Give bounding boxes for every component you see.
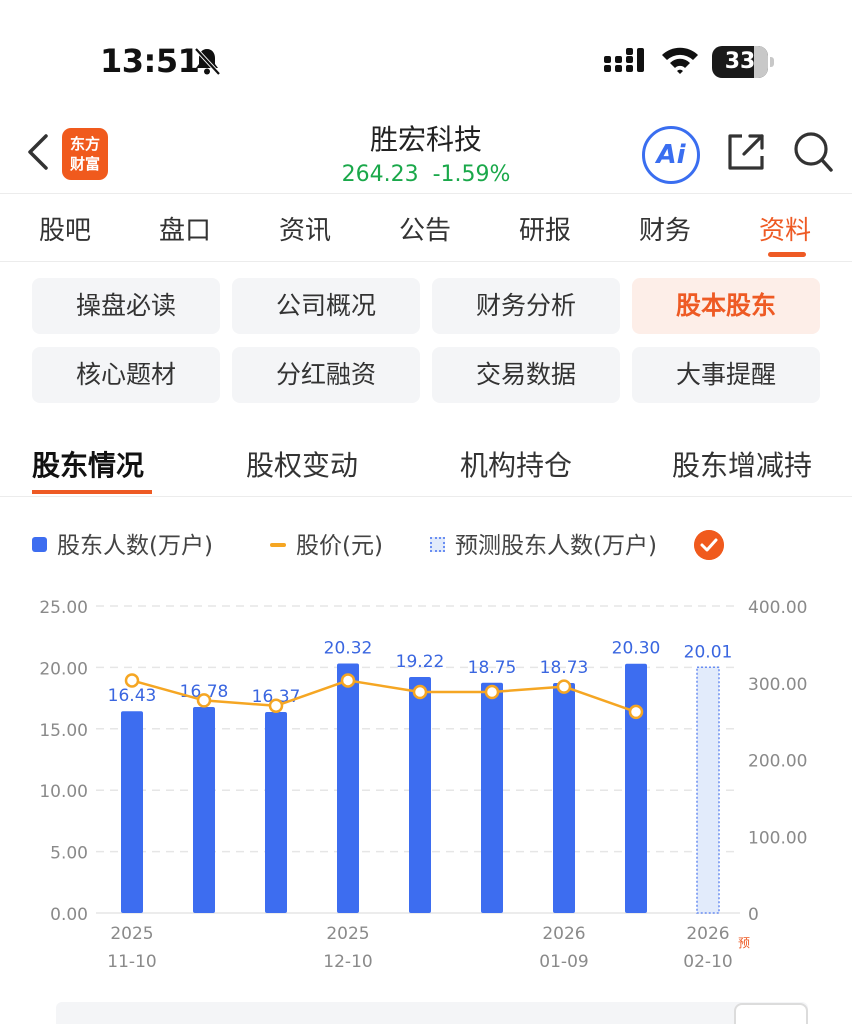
battery-indicator: 33: [712, 46, 774, 78]
tab-news[interactable]: 资讯: [250, 210, 360, 247]
stock-price: 264.23: [341, 162, 419, 187]
y-left-tick-label: 5.00: [50, 844, 88, 864]
legend-forecast[interactable]: 预测股东人数(万户): [430, 528, 657, 564]
bar-value-label: 16.43: [108, 686, 157, 706]
chart-toggle-button[interactable]: [734, 1003, 808, 1024]
price-point: [340, 673, 356, 688]
tab-announcements[interactable]: 公告: [370, 210, 480, 247]
search-icon[interactable]: [792, 130, 834, 174]
tab-guba[interactable]: 股吧: [10, 210, 120, 247]
subtab-holder-changes[interactable]: 股东增减持: [672, 444, 812, 484]
category-dividends-financing[interactable]: 分红融资: [232, 347, 420, 403]
stock-header: 东方 财富 胜宏科技 264.23 -1.59% Ai: [0, 110, 852, 194]
category-company-overview[interactable]: 公司概况: [232, 278, 420, 334]
x-tick-year: 2025: [326, 924, 369, 944]
category-event-reminders[interactable]: 大事提醒: [632, 347, 820, 403]
category-financial-analysis[interactable]: 财务分析: [432, 278, 620, 334]
price-point: [196, 693, 212, 708]
price-point: [268, 698, 284, 714]
legend-line-swatch: [270, 542, 286, 547]
category-core-themes[interactable]: 核心题材: [32, 347, 220, 403]
y-left-tick-label: 10.00: [39, 782, 88, 802]
y-right-tick-label: 100.00: [748, 828, 807, 848]
y-left-tick-label: 15.00: [39, 721, 88, 741]
bottom-panel: [56, 1002, 808, 1024]
price-point: [628, 704, 644, 720]
x-tick-date: 12-10: [323, 952, 372, 972]
bell-slash-icon: [194, 47, 221, 76]
category-trading-essentials[interactable]: 操盘必读: [32, 278, 220, 334]
check-icon[interactable]: [694, 530, 724, 560]
bar-value-label: 20.01: [684, 642, 733, 662]
subtab-shareholders[interactable]: 股东情况: [32, 444, 144, 484]
shareholder-chart: 25.00 20.00 15.00 10.00 5.00 0.00 400.00 300.00…: [39, 598, 807, 972]
forecast-marker: 预: [738, 936, 750, 950]
x-tick-date: 11-10: [107, 952, 156, 972]
y-right-tick-label: 0: [748, 905, 759, 925]
forecast-bar: [696, 666, 720, 914]
x-tick-year: 2025: [110, 924, 153, 944]
battery-level: 33: [724, 49, 756, 74]
price-point: [556, 679, 572, 694]
category-share-capital-holders[interactable]: 股本股东: [632, 278, 820, 334]
category-trading-data[interactable]: 交易数据: [432, 347, 620, 403]
x-tick-year: 2026: [686, 924, 729, 944]
holder-bar: [193, 706, 215, 913]
x-tick-year: 2026: [542, 924, 585, 944]
bar-value-label: 20.30: [612, 639, 661, 659]
tab-research[interactable]: 研报: [490, 210, 600, 247]
legend-forecast-swatch: [430, 537, 445, 552]
y-left-tick-label: 20.00: [39, 659, 88, 679]
status-time: 13:51: [100, 42, 200, 80]
legend-price[interactable]: 股价(元): [270, 528, 383, 564]
holder-bar: [265, 711, 287, 913]
holder-bar: [409, 676, 431, 913]
active-subtab-indicator: [32, 490, 152, 494]
y-right-tick-label: 200.00: [748, 752, 807, 772]
subtab-equity-changes[interactable]: 股权变动: [246, 444, 358, 484]
price-point: [124, 673, 140, 688]
price-point: [484, 684, 500, 700]
x-tick-date: 02-10: [683, 952, 732, 972]
signal-icon: [604, 48, 644, 72]
status-bar: 13:51 33: [0, 0, 852, 110]
tab-profile[interactable]: 资料: [730, 210, 840, 247]
bar-value-label: 20.32: [324, 638, 373, 658]
legend-bar-swatch: [32, 537, 47, 552]
holder-bar: [337, 663, 359, 913]
wifi-icon: [662, 47, 698, 74]
header-divider: [0, 193, 852, 194]
y-left-tick-label: 0.00: [50, 905, 88, 925]
holder-bar: [553, 682, 575, 913]
active-tab-indicator: [768, 252, 806, 257]
subtab-institutional-holdings[interactable]: 机构持仓: [460, 444, 572, 484]
x-tick-date: 01-09: [539, 952, 588, 972]
y-right-tick-label: 400.00: [748, 598, 807, 618]
bar-value-label: 19.22: [396, 652, 445, 672]
holder-bar: [121, 711, 143, 913]
bar-value-label: 18.75: [468, 658, 517, 678]
share-icon[interactable]: [724, 130, 768, 174]
y-left-tick-label: 25.00: [39, 598, 88, 618]
tab-pankou[interactable]: 盘口: [130, 210, 240, 247]
legend-holders[interactable]: 股东人数(万户): [32, 528, 213, 564]
main-tab-bar: 股吧 盘口 资讯 公告 研报 财务 资料: [0, 200, 852, 262]
tabs-divider: [0, 261, 852, 262]
tab-finance[interactable]: 财务: [610, 210, 720, 247]
subtabs-divider: [0, 496, 852, 497]
stock-change: -1.59%: [432, 162, 511, 187]
bar-value-label: 18.73: [540, 658, 589, 678]
ai-assistant-button[interactable]: Ai: [642, 126, 700, 184]
holder-bar: [625, 663, 647, 913]
y-right-tick-label: 300.00: [748, 675, 807, 695]
price-point: [412, 684, 428, 700]
holder-bar: [481, 682, 503, 913]
